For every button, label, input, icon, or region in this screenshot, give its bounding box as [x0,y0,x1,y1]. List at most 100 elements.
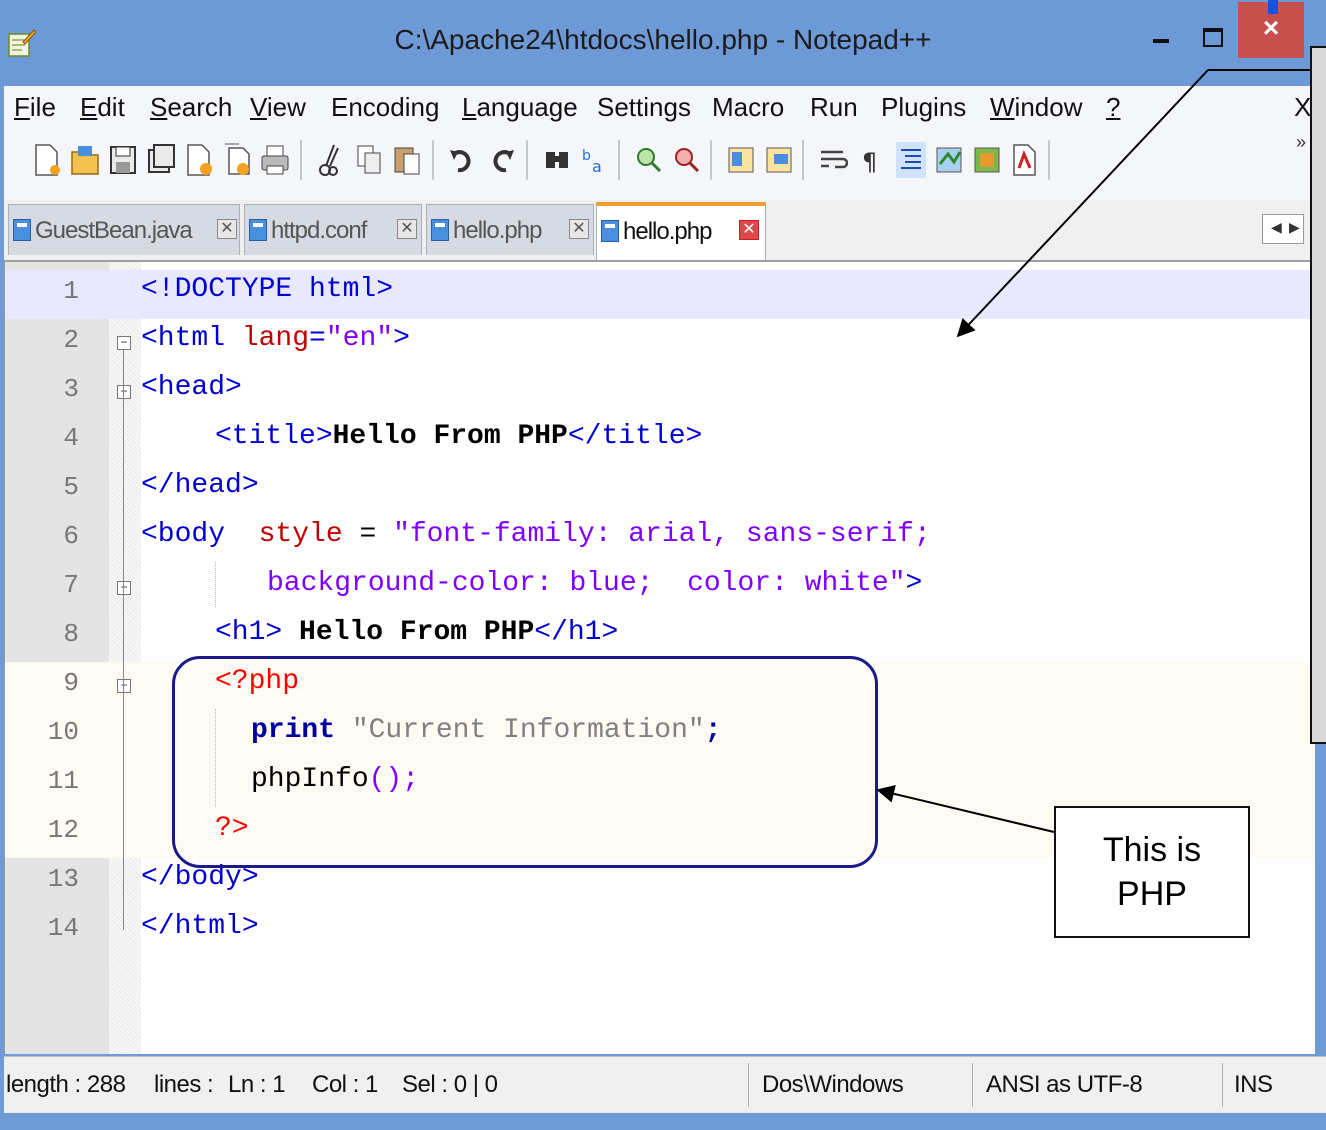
macro-record-icon[interactable] [1010,142,1040,178]
zoom-in-icon[interactable] [634,142,664,178]
replace-icon[interactable]: ba [580,142,610,178]
maximize-icon [1203,28,1223,47]
code-line[interactable]: 8 <h1> Hello From PHP</h1> [5,613,1315,662]
line-number: 7 [63,570,79,600]
redo-icon[interactable] [486,142,516,178]
code-line[interactable]: 4 <title>Hello From PHP</title> [5,417,1315,466]
code-line[interactable]: 2 <html lang="en"> [5,319,1315,368]
zoom-out-icon[interactable] [672,142,702,178]
callout-panel [1310,46,1326,744]
maximize-button[interactable] [1190,8,1236,58]
line-number: 6 [63,521,79,551]
menu-file[interactable]: File [14,92,56,123]
save-icon[interactable] [108,142,138,178]
tab-label: hello.php [453,217,542,244]
tab-hello-php-active[interactable]: hello.php ✕ [596,202,766,260]
tab-httpd-conf[interactable]: httpd.conf ✕ [244,204,422,255]
file-icon [13,219,31,241]
new-file-icon[interactable] [32,142,62,178]
status-col: Col : 1 [312,1071,378,1098]
status-separator [972,1063,973,1107]
status-separator [1222,1063,1223,1107]
annotation-line-1: This is [1102,831,1202,869]
menu-settings[interactable]: Settings [597,92,691,123]
code-text: </head> [141,470,259,501]
tab-close-icon[interactable]: ✕ [739,220,759,240]
svg-text:a: a [592,157,602,176]
sync-vertical-icon[interactable] [726,142,756,178]
status-separator [748,1063,749,1107]
menu-run[interactable]: Run [810,92,858,123]
close-all-icon[interactable] [222,142,252,178]
title-bar[interactable]: C:\Apache24\htdocs\hello.php - Notepad++… [0,0,1326,86]
code-line[interactable]: 6 <body style = "font-family: arial, san… [5,515,1315,564]
tab-bar: GuestBean.java ✕ httpd.conf ✕ hello.php … [4,200,1326,262]
menu-edit[interactable]: Edit [80,92,125,123]
fold-collapse-icon[interactable]: − [117,385,131,399]
status-sel: Sel : 0 | 0 [402,1071,498,1098]
fold-collapse-icon[interactable]: − [117,336,131,350]
menu-bar: File Edit Search View Encoding Language … [4,86,1326,130]
doc-map-icon[interactable] [934,142,964,178]
code-line[interactable]: 5 </head> [5,466,1315,515]
function-list-icon[interactable] [972,142,1002,178]
menu-search[interactable]: Search [150,92,232,123]
line-number: 4 [63,423,79,453]
status-eol[interactable]: Dos\Windows [762,1071,904,1099]
sync-horizontal-icon[interactable] [764,142,794,178]
close-document-menu-icon[interactable]: X [1294,92,1311,123]
print-icon[interactable] [260,142,290,178]
menu-language[interactable]: Language [462,92,578,123]
indent-guide-icon[interactable] [896,142,926,178]
undo-icon[interactable] [448,142,478,178]
menu-help[interactable]: ? [1106,92,1120,123]
code-text: <h1> Hello From PHP</h1> [215,617,619,648]
tab-close-icon[interactable]: ✕ [569,219,589,239]
tab-scroll-right-icon[interactable]: ▶ [1289,219,1300,236]
notepadpp-window: C:\Apache24\htdocs\hello.php - Notepad++… [0,0,1326,1130]
fold-collapse-icon[interactable]: − [117,581,131,595]
line-number: 10 [47,717,79,747]
minimize-button[interactable] [1140,8,1186,58]
cut-icon[interactable] [316,142,346,178]
tab-scroll-left-icon[interactable]: ◀ [1271,219,1282,236]
line-number: 1 [63,276,79,306]
line-number: 12 [47,815,79,845]
menu-encoding[interactable]: Encoding [331,92,439,123]
toolbar-separator [300,140,302,180]
show-all-characters-icon[interactable]: ¶ [856,142,886,178]
code-line[interactable]: 1 <!DOCTYPE html> [5,270,1315,319]
toolbar-separator [618,140,620,180]
save-all-icon[interactable] [146,142,176,178]
code-text: <body style = "font-family: arial, sans-… [141,519,931,550]
tab-scroll-arrows[interactable]: ◀ ▶ [1262,214,1304,244]
menu-plugins[interactable]: Plugins [881,92,966,123]
paste-icon[interactable] [392,142,422,178]
code-text: <html lang="en"> [141,323,410,354]
tab-close-icon[interactable]: ✕ [397,219,417,239]
copy-icon[interactable] [354,142,384,178]
status-insert-mode[interactable]: INS [1234,1071,1273,1099]
toolbar: ba ¶ [4,130,1326,201]
word-wrap-icon[interactable] [818,142,848,178]
tab-guestbean-java[interactable]: GuestBean.java ✕ [8,204,240,255]
menu-macro[interactable]: Macro [712,92,784,123]
find-icon[interactable] [542,142,572,178]
svg-text:¶: ¶ [862,148,877,176]
slide-marker [1268,0,1278,14]
code-line[interactable]: 3 <head> [5,368,1315,417]
menu-window[interactable]: Window [990,92,1082,123]
code-line[interactable]: 7 background-color: blue; color: white"> [5,564,1315,613]
tab-close-icon[interactable]: ✕ [217,219,237,239]
tab-label: GuestBean.java [35,217,193,244]
toolbar-overflow-icon[interactable]: » [1296,132,1306,153]
file-icon [601,220,619,242]
line-number: 14 [47,913,79,943]
tab-hello-php-1[interactable]: hello.php ✕ [426,204,594,255]
fold-collapse-icon[interactable]: − [117,679,131,693]
menu-view[interactable]: View [250,92,306,123]
close-file-icon[interactable] [184,142,214,178]
open-file-icon[interactable] [70,142,100,178]
status-encoding[interactable]: ANSI as UTF-8 [986,1071,1143,1099]
line-number: 2 [63,325,79,355]
